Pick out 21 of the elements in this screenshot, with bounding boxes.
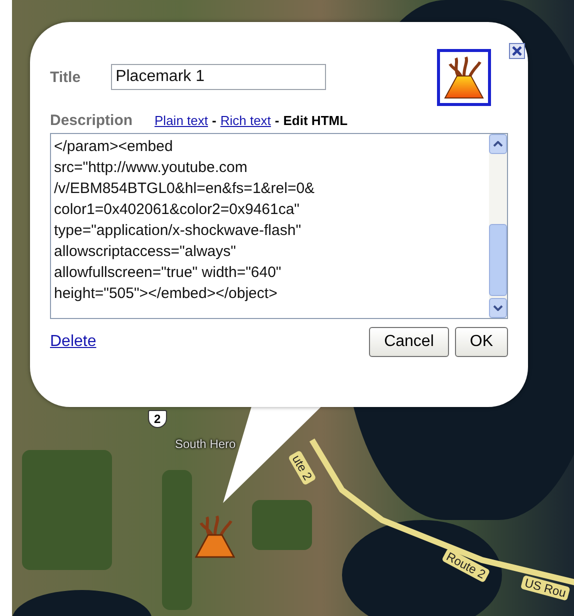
separator-text: - [274, 113, 280, 128]
place-label: South Hero [175, 437, 236, 451]
dialog-button[interactable]: OK [454, 327, 508, 357]
mode-tab[interactable]: Edit HTML [283, 113, 348, 128]
volcano-icon [444, 56, 484, 100]
scrollbar[interactable] [489, 134, 507, 318]
close-icon [509, 43, 525, 59]
route-shield: 2 [148, 410, 167, 428]
dialog-button[interactable]: Cancel [369, 327, 449, 357]
volcano-icon [195, 515, 235, 559]
title-input-field[interactable]: Placemark 1 [110, 64, 326, 90]
title-label: Title [50, 68, 81, 86]
delete-link[interactable]: Delete [50, 333, 96, 351]
separator-text: - [212, 113, 216, 128]
mode-link[interactable]: Rich text [220, 113, 271, 128]
close-button[interactable] [509, 43, 525, 59]
mode-link[interactable]: Plain text [154, 113, 208, 128]
field-area [252, 500, 312, 550]
html-editor-field[interactable]: </param><embed src="http://www.youtube.com /v/EBM854BTGL0&hl=en&fs=1&rel=0& color1=0x402061&color2=0x9461ca" type="application/x-shockwave-flash" allowscriptaccess="always" allowfullscreen="true" width="640" height="505"></embed></object> [50, 133, 508, 319]
placemark-icon-button[interactable] [437, 49, 491, 106]
description-label: Description [50, 112, 133, 129]
